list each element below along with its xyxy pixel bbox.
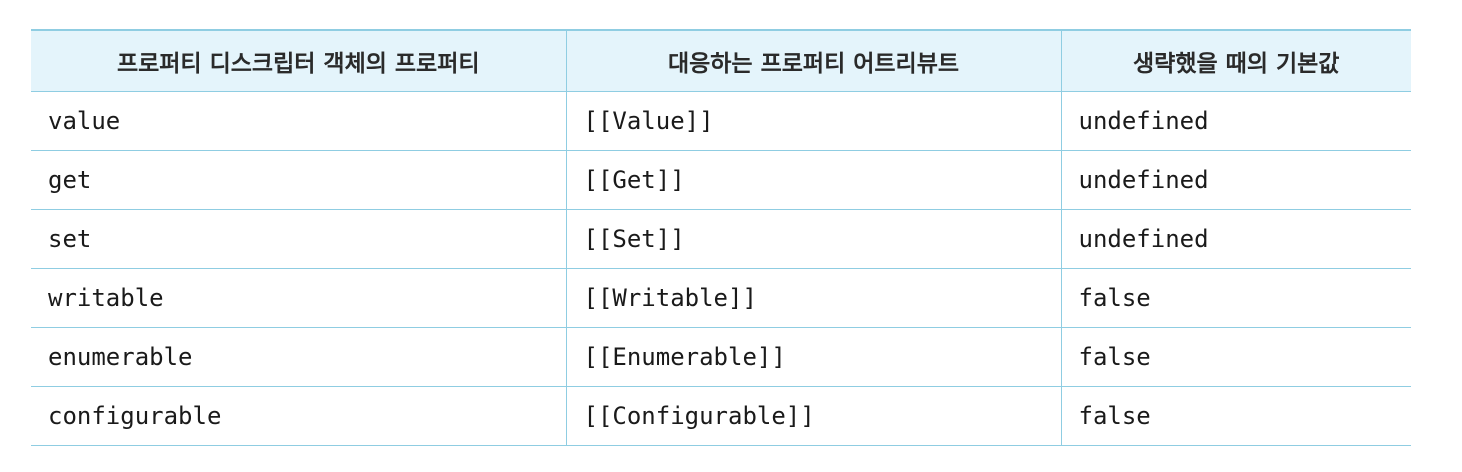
descriptor-table-container: 프로퍼티 디스크립터 객체의 프로퍼티 대응하는 프로퍼티 어트리뷰트 생략했을…: [31, 29, 1411, 446]
cell-property-attribute: [[Get]]: [565, 150, 1061, 210]
table-row: set [[Set]] undefined: [31, 209, 1411, 269]
cell-property-attribute: [[Writable]]: [565, 268, 1061, 328]
cell-descriptor-property: set: [31, 209, 566, 269]
property-descriptor-table: 프로퍼티 디스크립터 객체의 프로퍼티 대응하는 프로퍼티 어트리뷰트 생략했을…: [31, 29, 1411, 446]
table-row: configurable [[Configurable]] false: [31, 386, 1411, 446]
cell-descriptor-property: value: [31, 91, 566, 151]
cell-property-attribute: [[Value]]: [565, 91, 1061, 151]
cell-default-value: false: [1060, 386, 1411, 446]
cell-default-value: undefined: [1060, 209, 1411, 269]
cell-default-value: undefined: [1060, 150, 1411, 210]
cell-property-attribute: [[Set]]: [565, 209, 1061, 269]
cell-default-value: false: [1060, 268, 1411, 328]
table-row: writable [[Writable]] false: [31, 268, 1411, 328]
header-row: 프로퍼티 디스크립터 객체의 프로퍼티 대응하는 프로퍼티 어트리뷰트 생략했을…: [31, 29, 1411, 92]
cell-property-attribute: [[Enumerable]]: [565, 327, 1061, 387]
cell-default-value: false: [1060, 327, 1411, 387]
header-property-attribute: 대응하는 프로퍼티 어트리뷰트: [565, 29, 1061, 92]
table-body: value [[Value]] undefined get [[Get]] un…: [31, 91, 1411, 446]
cell-descriptor-property: writable: [31, 268, 566, 328]
cell-default-value: undefined: [1060, 91, 1411, 151]
table-header: 프로퍼티 디스크립터 객체의 프로퍼티 대응하는 프로퍼티 어트리뷰트 생략했을…: [31, 29, 1411, 92]
cell-descriptor-property: configurable: [31, 386, 566, 446]
cell-descriptor-property: get: [31, 150, 566, 210]
header-descriptor-property: 프로퍼티 디스크립터 객체의 프로퍼티: [31, 29, 566, 92]
table-row: enumerable [[Enumerable]] false: [31, 327, 1411, 387]
table-row: get [[Get]] undefined: [31, 150, 1411, 210]
cell-descriptor-property: enumerable: [31, 327, 566, 387]
cell-property-attribute: [[Configurable]]: [565, 386, 1061, 446]
table-row: value [[Value]] undefined: [31, 91, 1411, 151]
header-default-value: 생략했을 때의 기본값: [1060, 29, 1411, 92]
